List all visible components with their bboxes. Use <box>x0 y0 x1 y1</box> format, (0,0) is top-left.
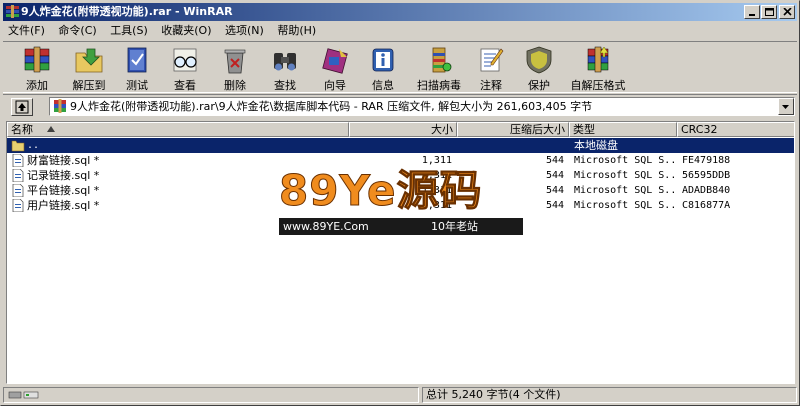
watermark-overlay: 89Ye源码 www.89YE.Com 10年老站 <box>271 166 531 236</box>
path-dropdown-button[interactable] <box>778 98 794 115</box>
window-controls <box>743 5 795 19</box>
maximize-icon <box>765 8 774 16</box>
minimize-button[interactable] <box>744 5 760 19</box>
menu-file[interactable]: 文件(F) <box>3 22 50 40</box>
add-archive-icon <box>24 46 50 73</box>
archive-path-text: 9人炸金花(附带透视功能).rar\9人炸金花\数据库脚本代码 - RAR 压缩… <box>70 100 593 113</box>
view-label: 查看 <box>174 79 196 92</box>
close-icon <box>783 8 792 16</box>
menu-favorites[interactable]: 收藏夹(O) <box>156 22 216 40</box>
sfx-archive-icon <box>587 46 609 73</box>
menu-help[interactable]: 帮助(H) <box>272 22 321 40</box>
info-button[interactable]: 信息 <box>357 44 409 92</box>
sfx-button[interactable]: 自解压格式 <box>569 44 627 92</box>
file-list-header: 名称 大小 压缩后大小 类型 CRC32 <box>7 122 794 137</box>
sql-file-icon <box>12 154 24 167</box>
row-name: .. <box>27 140 40 151</box>
menu-options[interactable]: 选项(N) <box>220 22 269 40</box>
up-folder-button[interactable] <box>11 98 33 116</box>
close-button[interactable] <box>779 5 795 19</box>
sql-file-icon <box>12 199 24 212</box>
sql-file-icon <box>12 184 24 197</box>
rar-archive-icon <box>54 99 66 113</box>
status-total-text: 总计 5,240 字节(4 个文件) <box>422 387 797 403</box>
wizard-button[interactable]: 向导 <box>309 44 361 92</box>
extract-folder-icon <box>75 48 103 73</box>
winrar-window: 9人炸金花(附带透视功能).rar - WinRAR 文件(F) 命令(C) 工… <box>0 0 800 406</box>
sql-file-icon <box>12 169 24 182</box>
row-crc: ADADB840 <box>682 185 731 196</box>
watermark-url: www.89YE.Com <box>279 218 523 235</box>
add-label: 添加 <box>26 79 48 92</box>
virus-scan-button[interactable]: 扫描病毒 <box>413 44 465 92</box>
add-button[interactable]: 添加 <box>11 44 63 92</box>
find-label: 查找 <box>274 79 296 92</box>
extract-to-label: 解压到 <box>72 79 106 92</box>
title-bar[interactable]: 9人炸金花(附带透视功能).rar - WinRAR <box>3 3 797 21</box>
comment-icon <box>480 48 504 72</box>
up-arrow-icon <box>15 100 29 114</box>
wizard-label: 向导 <box>324 79 346 92</box>
delete-label: 删除 <box>224 79 246 92</box>
status-left-pane <box>3 387 419 403</box>
drive-key-icon <box>8 391 39 399</box>
protect-label: 保护 <box>528 79 550 92</box>
maximize-button[interactable] <box>761 5 777 19</box>
sort-up-icon <box>47 126 55 132</box>
find-binoculars-icon <box>274 53 296 71</box>
menu-tools[interactable]: 工具(S) <box>105 22 153 40</box>
virus-scan-label: 扫描病毒 <box>417 79 461 92</box>
info-label: 信息 <box>372 79 394 92</box>
window-title: 9人炸金花(附带透视功能).rar - WinRAR <box>21 5 233 18</box>
column-name[interactable]: 名称 <box>7 122 349 137</box>
toolbar: 添加 解压到 测试 查看 删除 查找 向导 信息 扫描病毒 注释 保护 自解压格… <box>3 41 797 93</box>
watermark-logo-text: 89Ye源码 <box>279 166 483 216</box>
winrar-app-icon <box>6 5 19 18</box>
column-crc[interactable]: CRC32 <box>677 122 794 137</box>
row-crc: C816877A <box>682 200 731 211</box>
column-type[interactable]: 类型 <box>569 122 677 137</box>
wizard-icon <box>322 48 348 74</box>
minimize-icon <box>749 14 755 16</box>
chevron-down-icon <box>782 105 789 109</box>
menu-commands[interactable]: 命令(C) <box>53 22 101 40</box>
column-packed[interactable]: 压缩后大小 <box>457 122 569 137</box>
find-button[interactable]: 查找 <box>259 44 311 92</box>
delete-button[interactable]: 删除 <box>209 44 261 92</box>
comment-label: 注释 <box>480 79 502 92</box>
protect-shield-icon <box>526 46 552 74</box>
status-bar: 总计 5,240 字节(4 个文件) <box>3 386 797 404</box>
file-list: 名称 大小 压缩后大小 类型 CRC32 .. 本地磁盘 财富链接.sql * … <box>6 121 795 384</box>
test-label: 测试 <box>126 79 148 92</box>
info-icon <box>372 48 394 72</box>
delete-recycle-icon <box>224 49 246 74</box>
view-glasses-icon <box>173 48 197 72</box>
table-row-parent[interactable]: .. 本地磁盘 <box>7 138 794 153</box>
view-button[interactable]: 查看 <box>159 44 211 92</box>
row-type: Microsoft SQL S... <box>574 170 674 181</box>
column-name-label: 名称 <box>11 123 33 136</box>
protect-button[interactable]: 保护 <box>513 44 565 92</box>
row-type: Microsoft SQL S... <box>574 155 674 166</box>
sfx-label: 自解压格式 <box>570 79 626 92</box>
row-type: 本地磁盘 <box>574 139 618 152</box>
test-book-icon <box>127 47 147 73</box>
test-button[interactable]: 测试 <box>111 44 163 92</box>
row-type: Microsoft SQL S... <box>574 200 674 211</box>
virus-scan-icon <box>432 47 452 73</box>
folder-up-icon <box>11 140 25 152</box>
row-crc: FE479188 <box>682 155 731 166</box>
column-size[interactable]: 大小 <box>349 122 457 137</box>
menu-bar: 文件(F) 命令(C) 工具(S) 收藏夹(O) 选项(N) 帮助(H) <box>3 22 797 40</box>
extract-to-button[interactable]: 解压到 <box>63 44 115 92</box>
comment-button[interactable]: 注释 <box>465 44 517 92</box>
archive-path-field[interactable]: 9人炸金花(附带透视功能).rar\9人炸金花\数据库脚本代码 - RAR 压缩… <box>49 97 795 116</box>
watermark-tagline: 10年老站 <box>431 220 478 233</box>
address-bar: 9人炸金花(附带透视功能).rar\9人炸金花\数据库脚本代码 - RAR 压缩… <box>3 94 797 118</box>
row-type: Microsoft SQL S... <box>574 185 674 196</box>
row-crc: 56595DDB <box>682 170 731 181</box>
